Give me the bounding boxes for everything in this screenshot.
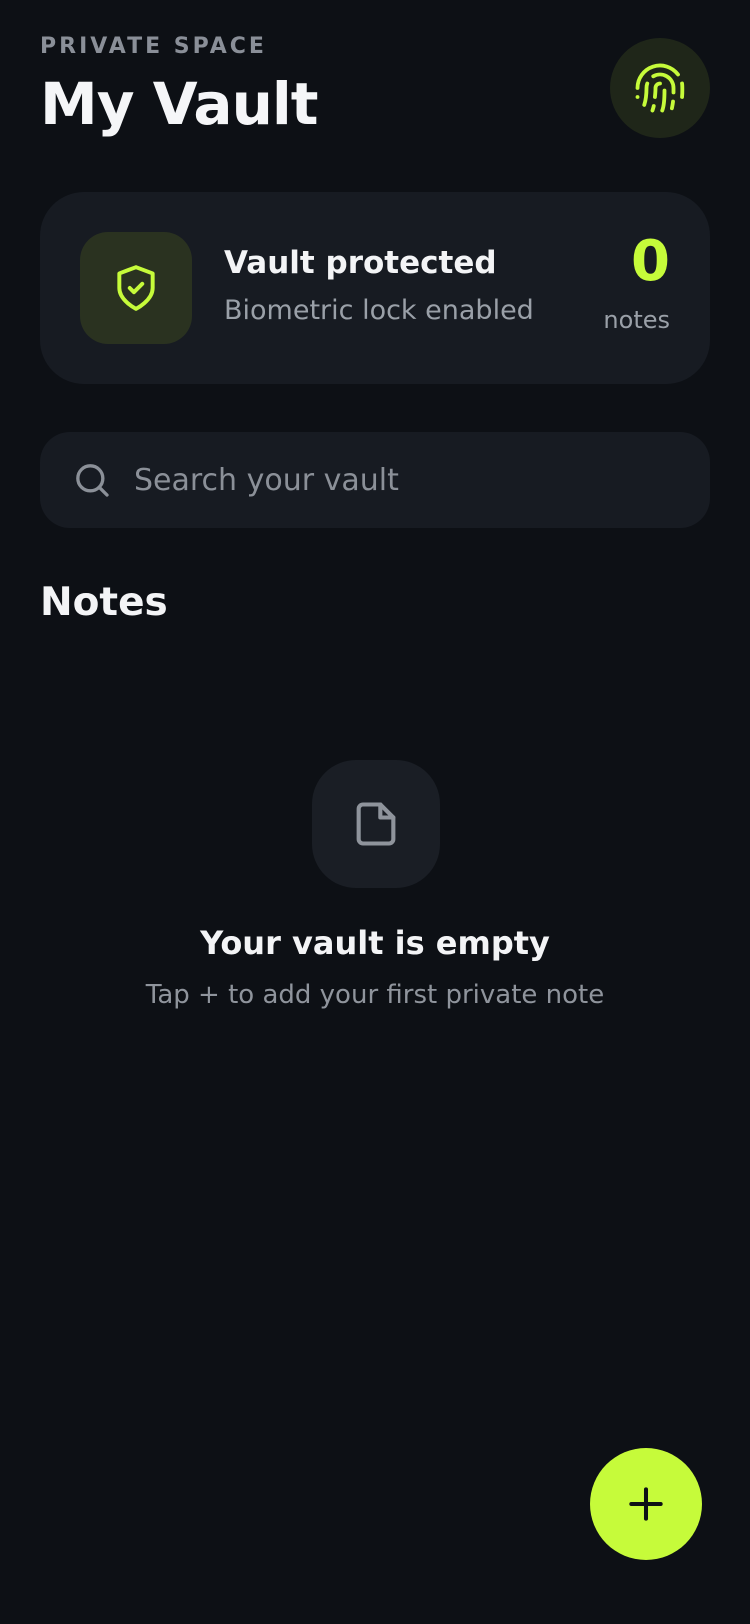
shield-check-icon	[117, 265, 155, 311]
fingerprint-icon	[635, 63, 685, 113]
vault-status-card: Vault protected Biometric lock enabled 0…	[40, 192, 710, 384]
plus-icon	[629, 1487, 663, 1521]
search-input[interactable]	[134, 432, 684, 528]
document-icon	[356, 802, 396, 846]
empty-state-title: Your vault is empty	[200, 924, 550, 962]
notes-count-label: notes	[603, 306, 670, 334]
search-bar[interactable]	[40, 432, 710, 528]
biometric-button[interactable]	[610, 38, 710, 138]
notes-section-title: Notes	[40, 580, 168, 625]
shield-tile	[80, 232, 192, 344]
eyebrow-label: PRIVATE SPACE	[40, 34, 267, 59]
empty-state-subtitle: Tap + to add your first private note	[145, 980, 605, 1010]
status-subtitle: Biometric lock enabled	[224, 295, 534, 326]
search-icon	[76, 464, 109, 497]
add-note-button[interactable]	[590, 1448, 702, 1560]
page-title: My Vault	[40, 70, 318, 138]
empty-state-icon-tile	[312, 760, 440, 888]
notes-count-value: 0	[631, 229, 670, 294]
status-title: Vault protected	[224, 245, 497, 281]
